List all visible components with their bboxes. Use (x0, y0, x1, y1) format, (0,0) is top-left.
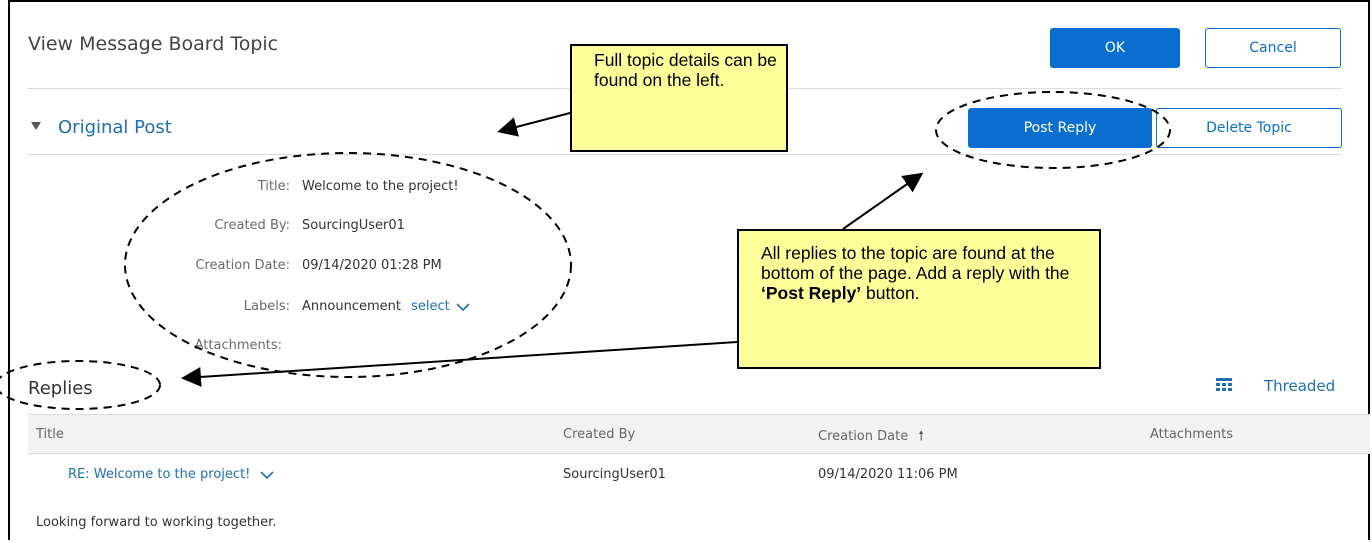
table-view-icon[interactable] (1216, 378, 1232, 391)
cancel-button[interactable]: Cancel (1205, 28, 1341, 68)
column-header-creation-date[interactable]: Creation Date 🠕 (818, 427, 924, 449)
column-header-title[interactable]: Title (36, 427, 64, 442)
column-header-created-by[interactable]: Created By (563, 427, 635, 442)
created-by-value: SourcingUser01 (302, 218, 405, 233)
created-by-label: Created By: (214, 218, 290, 233)
callout-replies-tail: button. (866, 283, 920, 303)
creation-date-label: Creation Date: (195, 258, 290, 273)
callout-replies-text: All replies to the topic are found at th… (761, 243, 1070, 283)
collapse-caret-icon[interactable] (31, 122, 41, 130)
labels-select-link[interactable]: select (411, 299, 450, 314)
title-value: Welcome to the project! (302, 179, 459, 194)
chevron-down-icon[interactable] (260, 470, 275, 480)
creation-date-value: 09/14/2020 01:28 PM (302, 258, 442, 273)
labels-label: Labels: (243, 299, 290, 314)
reply-body: Looking forward to working together. (36, 515, 277, 530)
callout-replies-bold: ‘Post Reply’ (761, 283, 862, 303)
sort-ascending-icon[interactable]: 🠕 (918, 429, 924, 444)
callout-topic-details: Full topic details can be found on the l… (570, 44, 788, 152)
column-header-attachments[interactable]: Attachments (1150, 427, 1233, 442)
column-header-creation-date-label: Creation Date (818, 429, 909, 444)
title-label: Title: (257, 179, 290, 194)
post-reply-button[interactable]: Post Reply (968, 108, 1152, 148)
reply-creation-date: 09/14/2020 11:06 PM (818, 467, 958, 482)
page-title: View Message Board Topic (28, 33, 279, 55)
replies-table-header: Title Created By Creation Date 🠕 Attachm… (28, 414, 1370, 454)
labels-value-text: Announcement (302, 299, 401, 314)
callout-replies: All replies to the topic are found at th… (737, 229, 1101, 369)
threaded-view-toggle[interactable]: Threaded (1264, 377, 1335, 395)
reply-created-by: SourcingUser01 (563, 467, 666, 482)
chevron-down-icon[interactable] (456, 302, 470, 312)
labels-value: Announcement select (302, 299, 470, 314)
original-post-heading[interactable]: Original Post (58, 117, 172, 138)
reply-title-text[interactable]: RE: Welcome to the project! (68, 467, 250, 482)
replies-heading: Replies (28, 378, 93, 399)
delete-topic-button[interactable]: Delete Topic (1156, 108, 1342, 148)
section-divider (28, 154, 1342, 155)
ok-button[interactable]: OK (1050, 28, 1180, 68)
attachments-label: Attachments: (194, 338, 282, 353)
reply-title-link[interactable]: RE: Welcome to the project! (68, 467, 275, 482)
